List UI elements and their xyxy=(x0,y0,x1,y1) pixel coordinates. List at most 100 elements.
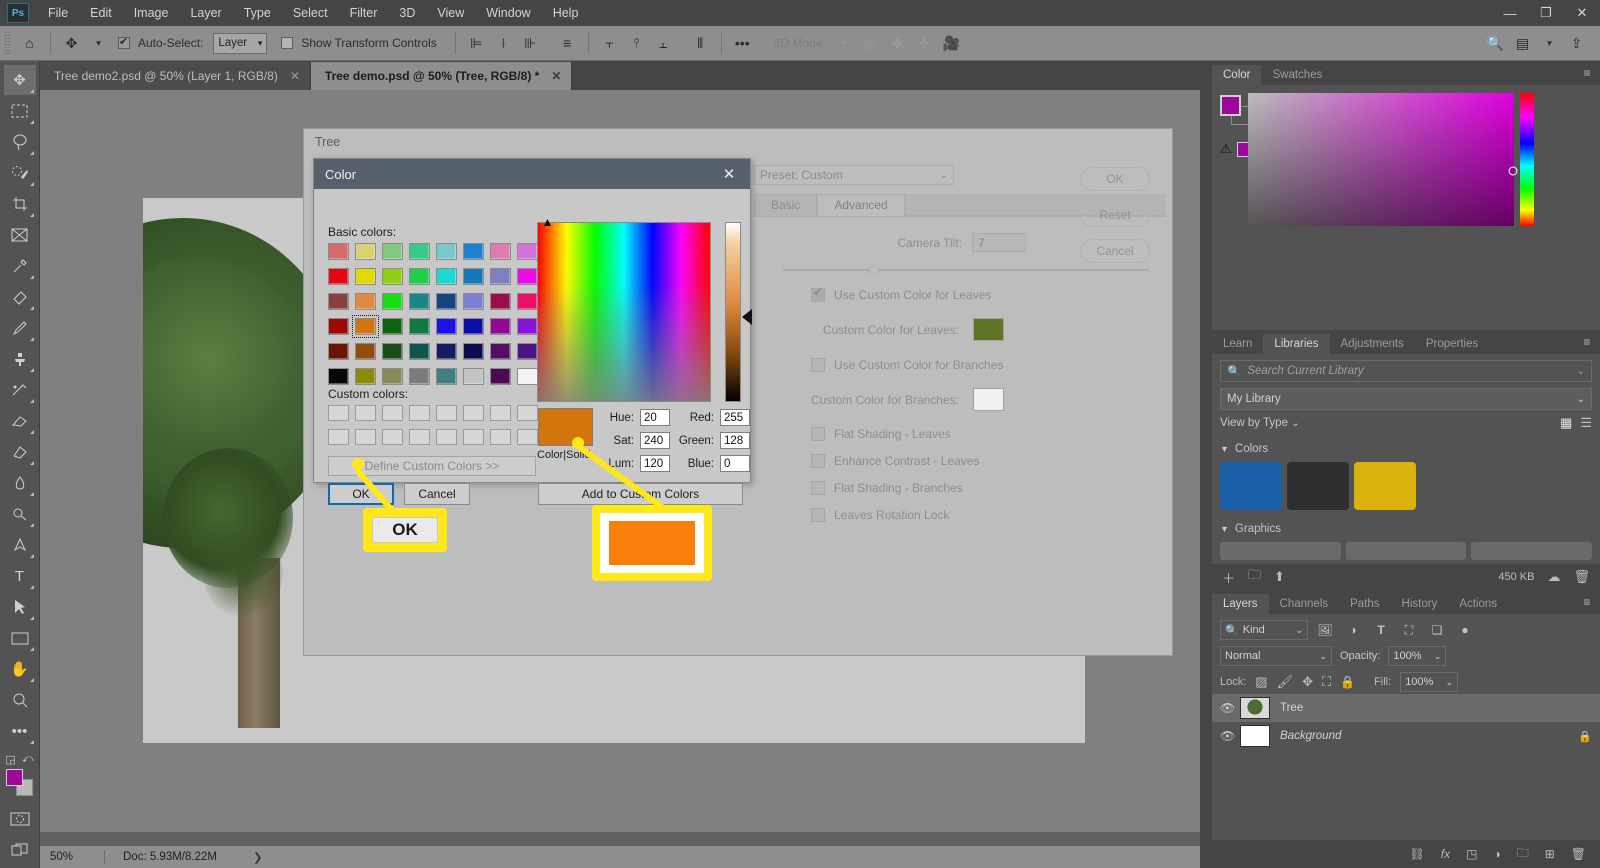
checkbox[interactable] xyxy=(811,427,825,441)
graphics-section-header[interactable]: ▼ Graphics xyxy=(1212,516,1600,542)
tab-libraries[interactable]: Libraries xyxy=(1263,334,1330,354)
zoom-level[interactable]: 50% xyxy=(40,851,104,863)
basic-color-swatch[interactable] xyxy=(409,293,430,310)
swap-colors-icon[interactable]: ⤺ xyxy=(22,753,34,766)
tree-ok-button[interactable]: OK xyxy=(1080,167,1150,191)
cloud-icon[interactable]: ☁ xyxy=(1547,569,1560,585)
custom-color-slot[interactable] xyxy=(463,405,484,421)
basic-color-swatch[interactable] xyxy=(409,268,430,285)
basic-color-swatch[interactable] xyxy=(436,318,457,335)
custom-color-slot[interactable] xyxy=(328,405,349,421)
home-icon[interactable]: ⌂ xyxy=(16,30,43,57)
colors-section-header[interactable]: ▼ Colors xyxy=(1212,436,1600,462)
menu-3d[interactable]: 3D xyxy=(388,2,426,24)
color-picker-field[interactable] xyxy=(1248,93,1518,226)
new-layer-icon[interactable]: ⊞ xyxy=(1545,847,1555,861)
filter-shape-icon[interactable]: ⛶ xyxy=(1398,620,1420,640)
custom-color-slot[interactable] xyxy=(355,405,376,421)
lock-artboard-icon[interactable]: ⛶ xyxy=(1322,674,1331,690)
tree-cancel-button[interactable]: Cancel xyxy=(1080,239,1150,263)
frame-tool-icon[interactable] xyxy=(4,220,36,250)
basic-color-swatch[interactable] xyxy=(517,368,538,385)
menu-image[interactable]: Image xyxy=(123,2,180,24)
document-tab[interactable]: Tree demo2.psd @ 50% (Layer 1, RGB/8) ✕ xyxy=(40,62,311,90)
align-left-icon[interactable]: ⊫ xyxy=(463,30,490,57)
new-group-icon[interactable]: 🗀 xyxy=(1248,566,1261,588)
checkbox[interactable] xyxy=(811,481,825,495)
shape-tool-icon[interactable] xyxy=(4,623,36,653)
basic-color-swatch[interactable] xyxy=(382,318,403,335)
use-custom-color-leaves-checkbox[interactable]: Use Custom Color for Leaves xyxy=(811,285,1166,302)
marquee-tool-icon[interactable] xyxy=(4,96,36,126)
basic-color-swatch[interactable] xyxy=(517,293,538,310)
out-of-gamut-warning[interactable]: ⚠ xyxy=(1220,141,1252,157)
share-icon[interactable]: ⇪ xyxy=(1563,30,1590,57)
menu-window[interactable]: Window xyxy=(475,2,541,24)
color-cancel-button[interactable]: Cancel xyxy=(404,483,470,505)
distribute-vertical-icon[interactable]: ⦀ xyxy=(687,30,714,57)
camera-3d-icon[interactable]: 🎥 xyxy=(938,30,965,57)
lock-all-icon[interactable]: 🔒 xyxy=(1340,675,1355,689)
filter-type-icon[interactable]: T xyxy=(1370,620,1392,640)
use-custom-color-branches-checkbox[interactable]: Use Custom Color for Branches xyxy=(811,358,1166,372)
chevron-down-icon[interactable]: ▾ xyxy=(1536,30,1563,57)
tab-basic[interactable]: Basic xyxy=(754,194,818,216)
add-icon[interactable]: ＋ xyxy=(1222,568,1235,587)
quick-select-tool-icon[interactable] xyxy=(4,158,36,188)
custom-color-slot[interactable] xyxy=(355,429,376,445)
adjustment-layer-icon[interactable]: ◑ xyxy=(1493,847,1500,861)
new-group-icon[interactable]: 🗀 xyxy=(1517,844,1529,865)
basic-color-swatch[interactable] xyxy=(382,343,403,360)
basic-color-swatch[interactable] xyxy=(409,318,430,335)
basic-color-swatch[interactable] xyxy=(517,268,538,285)
foreground-background-color[interactable] xyxy=(4,768,36,798)
saturation-value-field[interactable] xyxy=(537,219,711,402)
lock-position-icon[interactable]: ✥ xyxy=(1302,674,1313,690)
basic-color-swatch[interactable] xyxy=(436,293,457,310)
flat-shading-branches-checkbox[interactable]: Flat Shading - Branches xyxy=(811,481,1166,495)
library-color-chip[interactable] xyxy=(1287,462,1349,510)
menu-view[interactable]: View xyxy=(426,2,475,24)
gradient-tool-icon[interactable] xyxy=(4,437,36,467)
green-input[interactable]: 128 xyxy=(720,432,750,449)
upload-icon[interactable]: ⬆ xyxy=(1274,569,1285,585)
list-view-icon[interactable]: ☰ xyxy=(1580,415,1592,431)
basic-color-swatch[interactable] xyxy=(436,343,457,360)
basic-color-swatch[interactable] xyxy=(409,368,430,385)
brush-tool-icon[interactable] xyxy=(4,313,36,343)
hue-slider[interactable] xyxy=(1520,93,1534,226)
custom-color-slot[interactable] xyxy=(490,429,511,445)
custom-color-slot[interactable] xyxy=(436,429,457,445)
show-transform-checkbox[interactable]: Show Transform Controls xyxy=(281,36,440,50)
basic-color-swatch[interactable] xyxy=(355,368,376,385)
graphic-item[interactable] xyxy=(1220,542,1341,560)
minimize-button[interactable]: — xyxy=(1492,0,1528,26)
chevron-down-icon[interactable]: ▾ xyxy=(85,30,112,57)
distribute-horizontal-icon[interactable]: ≡ xyxy=(554,30,581,57)
leaves-rotation-lock-checkbox[interactable]: Leaves Rotation Lock xyxy=(811,508,1166,522)
tab-history[interactable]: History xyxy=(1390,594,1449,614)
link-layers-icon[interactable]: ⛓ xyxy=(1410,847,1425,861)
basic-color-swatch[interactable] xyxy=(328,368,349,385)
workspace-icon[interactable]: ▤ xyxy=(1509,30,1536,57)
menu-type[interactable]: Type xyxy=(233,2,282,24)
close-icon[interactable]: ✕ xyxy=(290,69,300,83)
close-icon[interactable]: ✕ xyxy=(708,159,750,189)
branches-color-swatch[interactable] xyxy=(973,388,1004,411)
dock-collapse-rail[interactable] xyxy=(1200,61,1212,868)
checkbox[interactable] xyxy=(811,358,825,372)
document-tab-active[interactable]: Tree demo.psd @ 50% (Tree, RGB/8) * ✕ xyxy=(310,62,573,90)
menu-file[interactable]: File xyxy=(37,2,79,24)
basic-color-swatch[interactable] xyxy=(436,268,457,285)
basic-color-swatch[interactable] xyxy=(382,243,403,260)
basic-color-swatch[interactable] xyxy=(490,243,511,260)
move-tool-icon[interactable]: ✥ xyxy=(58,30,85,57)
custom-color-slot[interactable] xyxy=(436,405,457,421)
align-bottom-icon[interactable]: ⫠ xyxy=(650,30,677,57)
layer-filter-kind[interactable]: 🔍 Kind ⌄ xyxy=(1220,620,1308,640)
close-button[interactable]: ✕ xyxy=(1564,0,1600,26)
view-by-type-dropdown[interactable]: View by Type ⌄ xyxy=(1220,417,1300,429)
layer-visibility-icon[interactable]: 👁 xyxy=(1220,701,1240,715)
blend-mode-select[interactable]: Normal ⌄ xyxy=(1220,646,1332,666)
foreground-color-swatch[interactable] xyxy=(5,769,23,786)
